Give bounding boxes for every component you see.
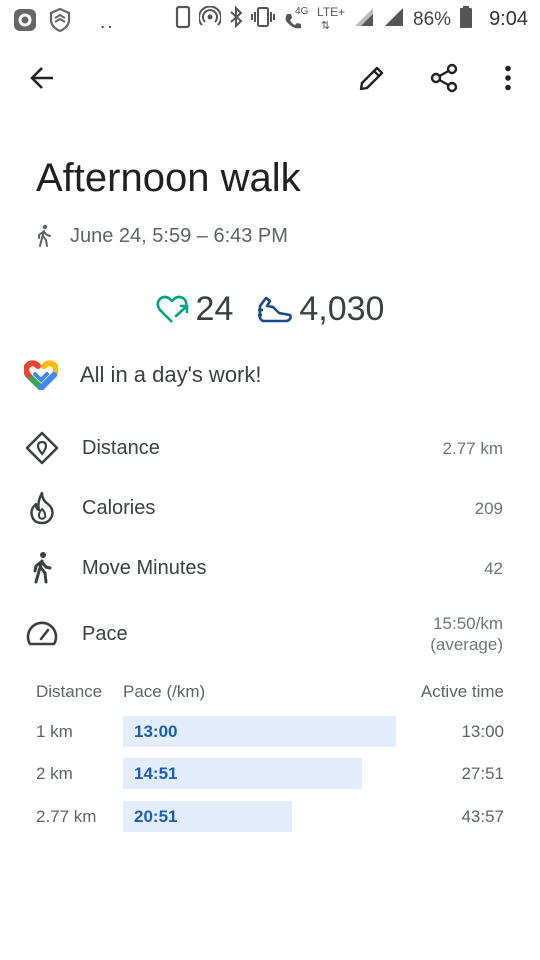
split-row: 1 km 13:00 13:00 xyxy=(36,716,504,748)
split-distance: 1 km xyxy=(36,722,73,741)
split-pace: 13:00 xyxy=(134,722,178,741)
speedometer-icon xyxy=(24,616,60,652)
steps-value: 4,030 xyxy=(299,290,385,328)
flame-icon xyxy=(24,490,60,526)
split-active-time: 13:00 xyxy=(461,722,504,741)
metric-pace: Pace 15:50/km (average) xyxy=(24,614,504,654)
signal-strength-icon xyxy=(353,6,375,33)
heart-points-stat: 24 xyxy=(155,290,234,329)
activity-datetime-row: June 24, 5:59 – 6:43 PM xyxy=(36,222,288,250)
lte-signal-icon: LTE+ ⇅ xyxy=(317,4,346,32)
metric-label: Move Minutes xyxy=(82,556,207,579)
battery-percent: 86% xyxy=(413,8,452,30)
clock: 9:04 xyxy=(489,8,528,30)
steps-shoe-icon xyxy=(258,296,293,322)
message-text: All in a day's work! xyxy=(80,362,262,387)
shield-notification-icon xyxy=(48,7,72,38)
metric-label: Calories xyxy=(82,496,156,519)
more-options-button[interactable] xyxy=(488,52,528,104)
edit-button[interactable] xyxy=(352,52,392,104)
distance-icon xyxy=(24,430,60,466)
split-row: 2.77 km 20:51 43:57 xyxy=(36,801,504,833)
heart-points-value: 24 xyxy=(195,290,234,328)
pencil-icon xyxy=(359,66,384,91)
vibrate-icon xyxy=(251,6,276,33)
split-active-time: 43:57 xyxy=(461,807,504,826)
call-4g-icon: 4G xyxy=(283,6,309,32)
battery-icon xyxy=(459,5,473,34)
activity-stats: 24 4,030 xyxy=(0,290,540,329)
metric-label: Distance xyxy=(82,436,160,459)
header-active-time: Active time xyxy=(420,682,504,701)
walking-person-icon xyxy=(24,550,60,586)
split-distance: 2 km xyxy=(36,764,73,783)
more-vertical-icon xyxy=(505,65,511,91)
metric-value: 209 xyxy=(474,498,503,518)
notification-dots: .. xyxy=(100,11,115,33)
metric-label: Pace xyxy=(82,622,128,645)
arrow-back-icon xyxy=(30,67,53,89)
steps-stat: 4,030 xyxy=(257,290,384,329)
metric-move-minutes: Move Minutes 42 xyxy=(24,548,504,588)
metric-calories: Calories 209 xyxy=(24,488,504,528)
back-button[interactable] xyxy=(22,52,62,104)
splits-table: Distance Pace (/km) Active time 1 km 13:0… xyxy=(36,682,504,832)
split-pace: 20:51 xyxy=(134,807,178,826)
metric-value: 42 xyxy=(484,558,503,578)
heart-points-icon xyxy=(155,295,188,323)
signal-strength-2-icon xyxy=(383,6,405,33)
split-distance: 2.77 km xyxy=(36,807,97,826)
split-active-time: 27:51 xyxy=(461,764,504,783)
share-button[interactable] xyxy=(424,52,464,104)
split-pace: 14:51 xyxy=(134,764,178,783)
header-pace: Pace (/km) xyxy=(123,682,206,701)
share-icon xyxy=(430,63,458,93)
encouragement-message: All in a day's work! xyxy=(24,360,262,390)
phone-outline-icon xyxy=(175,5,191,34)
activity-datetime: June 24, 5:59 – 6:43 PM xyxy=(70,224,288,247)
hotspot-icon xyxy=(198,5,223,33)
google-fit-heart-logo-icon xyxy=(24,360,58,390)
splits-header: Distance Pace (/km) Active time xyxy=(36,682,504,706)
walking-icon xyxy=(38,224,51,247)
metric-distance: Distance 2.77 km xyxy=(24,428,504,468)
status-bar: .. 4G LTE+ ⇅ 86% 9:04 xyxy=(0,0,540,38)
metric-value: 15:50/km (average) xyxy=(430,614,503,654)
metric-value: 2.77 km xyxy=(442,438,503,458)
bluetooth-icon xyxy=(229,5,243,33)
split-row: 2 km 14:51 27:51 xyxy=(36,758,504,790)
camera-notification-icon xyxy=(12,7,38,38)
activity-title: Afternoon walk xyxy=(36,156,301,200)
header-distance: Distance xyxy=(36,682,103,701)
app-bar xyxy=(0,52,540,104)
